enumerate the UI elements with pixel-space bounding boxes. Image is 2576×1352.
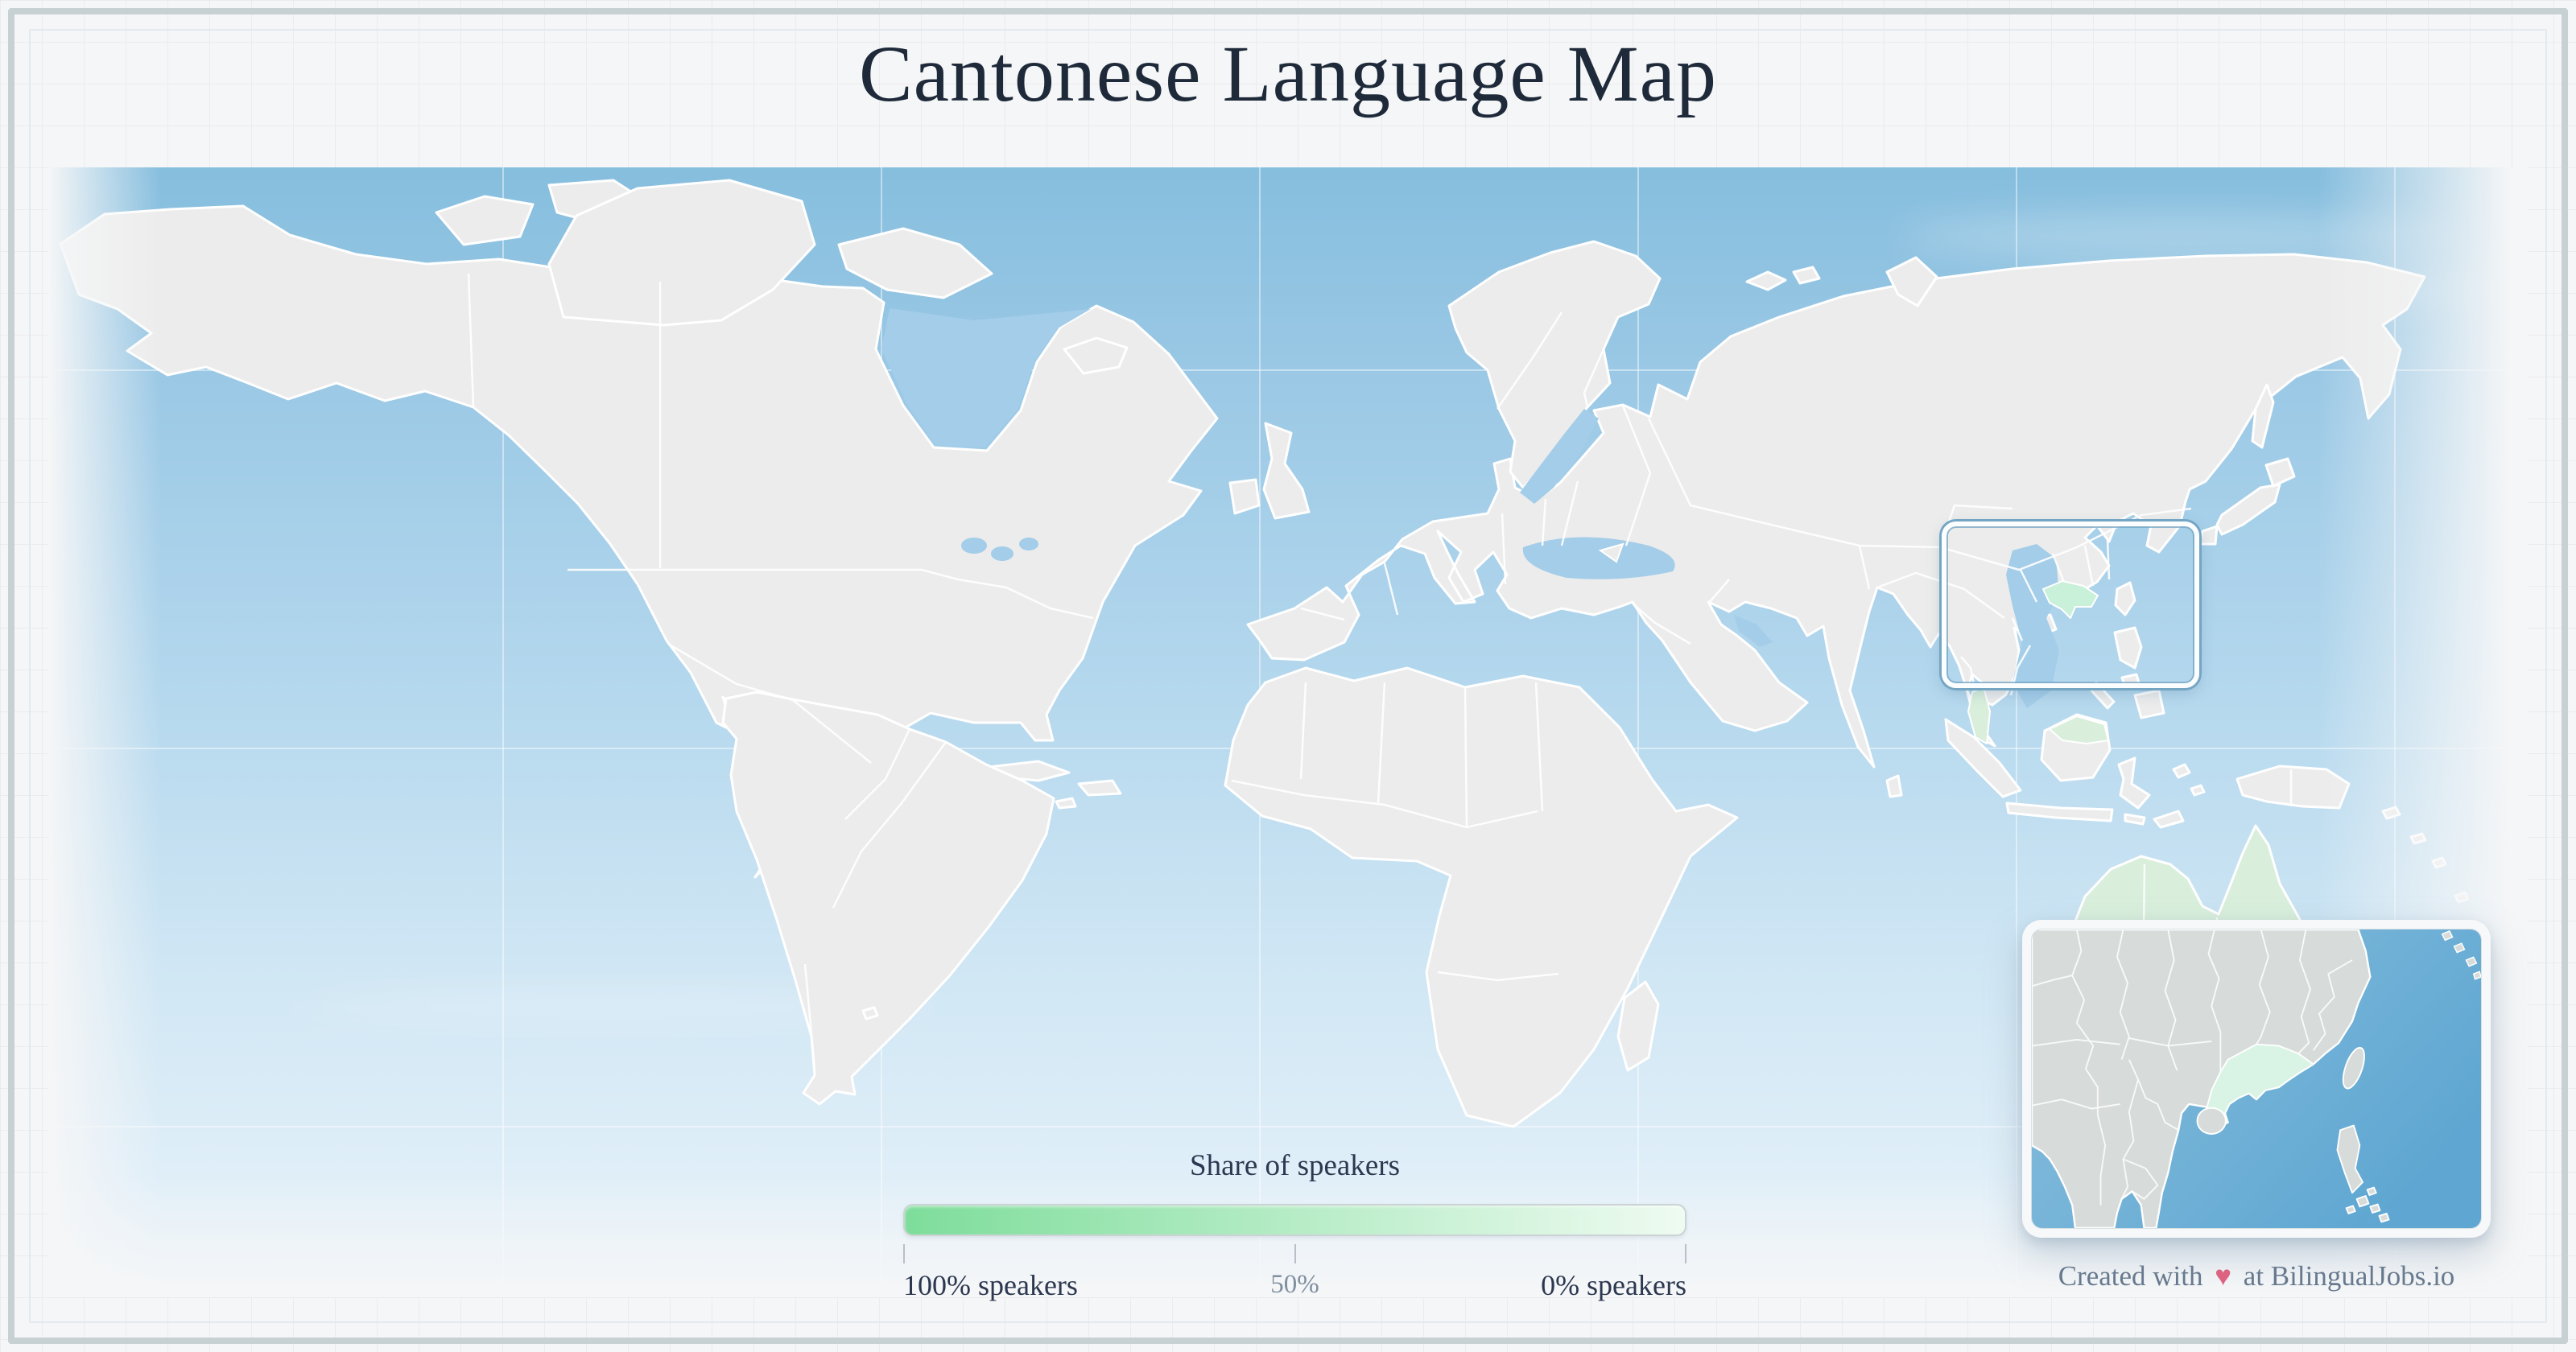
sulawesi: [2119, 758, 2149, 808]
attribution: Created with ♥ at BilingualJobs.io: [2015, 1260, 2498, 1292]
inset-map-svg: [2032, 930, 2481, 1228]
legend-tick: [1294, 1244, 1296, 1263]
attribution-suffix: at BilingualJobs.io: [2244, 1260, 2455, 1292]
inset-map[interactable]: [2022, 920, 2491, 1238]
united-kingdom: [1264, 423, 1309, 518]
legend-tick: [1685, 1244, 1686, 1263]
inset-map-content: [2031, 929, 2482, 1229]
inset-hainan: [2198, 1108, 2226, 1134]
focus-region-box: [1942, 521, 2199, 688]
svalbard: [1747, 267, 1819, 290]
ireland: [1230, 480, 1259, 513]
moluccas: [2174, 765, 2204, 795]
legend-title: Share of speakers: [903, 1148, 1686, 1183]
sri-lanka: [1887, 776, 1901, 797]
legend: Share of speakers 100% speakers 50% 0% s…: [903, 1148, 1686, 1304]
legend-gradient-bar: [903, 1204, 1686, 1236]
page: Cantonese Language Map: [0, 0, 2576, 1352]
heart-icon: ♥: [2210, 1260, 2236, 1292]
legend-label-0: 0% speakers: [1541, 1268, 1686, 1302]
south-america: [723, 692, 1054, 1104]
attribution-prefix: Created with: [2058, 1260, 2203, 1292]
legend-ticks: [903, 1244, 1686, 1268]
page-title: Cantonese Language Map: [0, 27, 2576, 120]
new-guinea: [2237, 766, 2349, 808]
falkland-islands: [863, 1008, 877, 1019]
java: [2007, 803, 2183, 827]
legend-tick: [903, 1244, 905, 1263]
